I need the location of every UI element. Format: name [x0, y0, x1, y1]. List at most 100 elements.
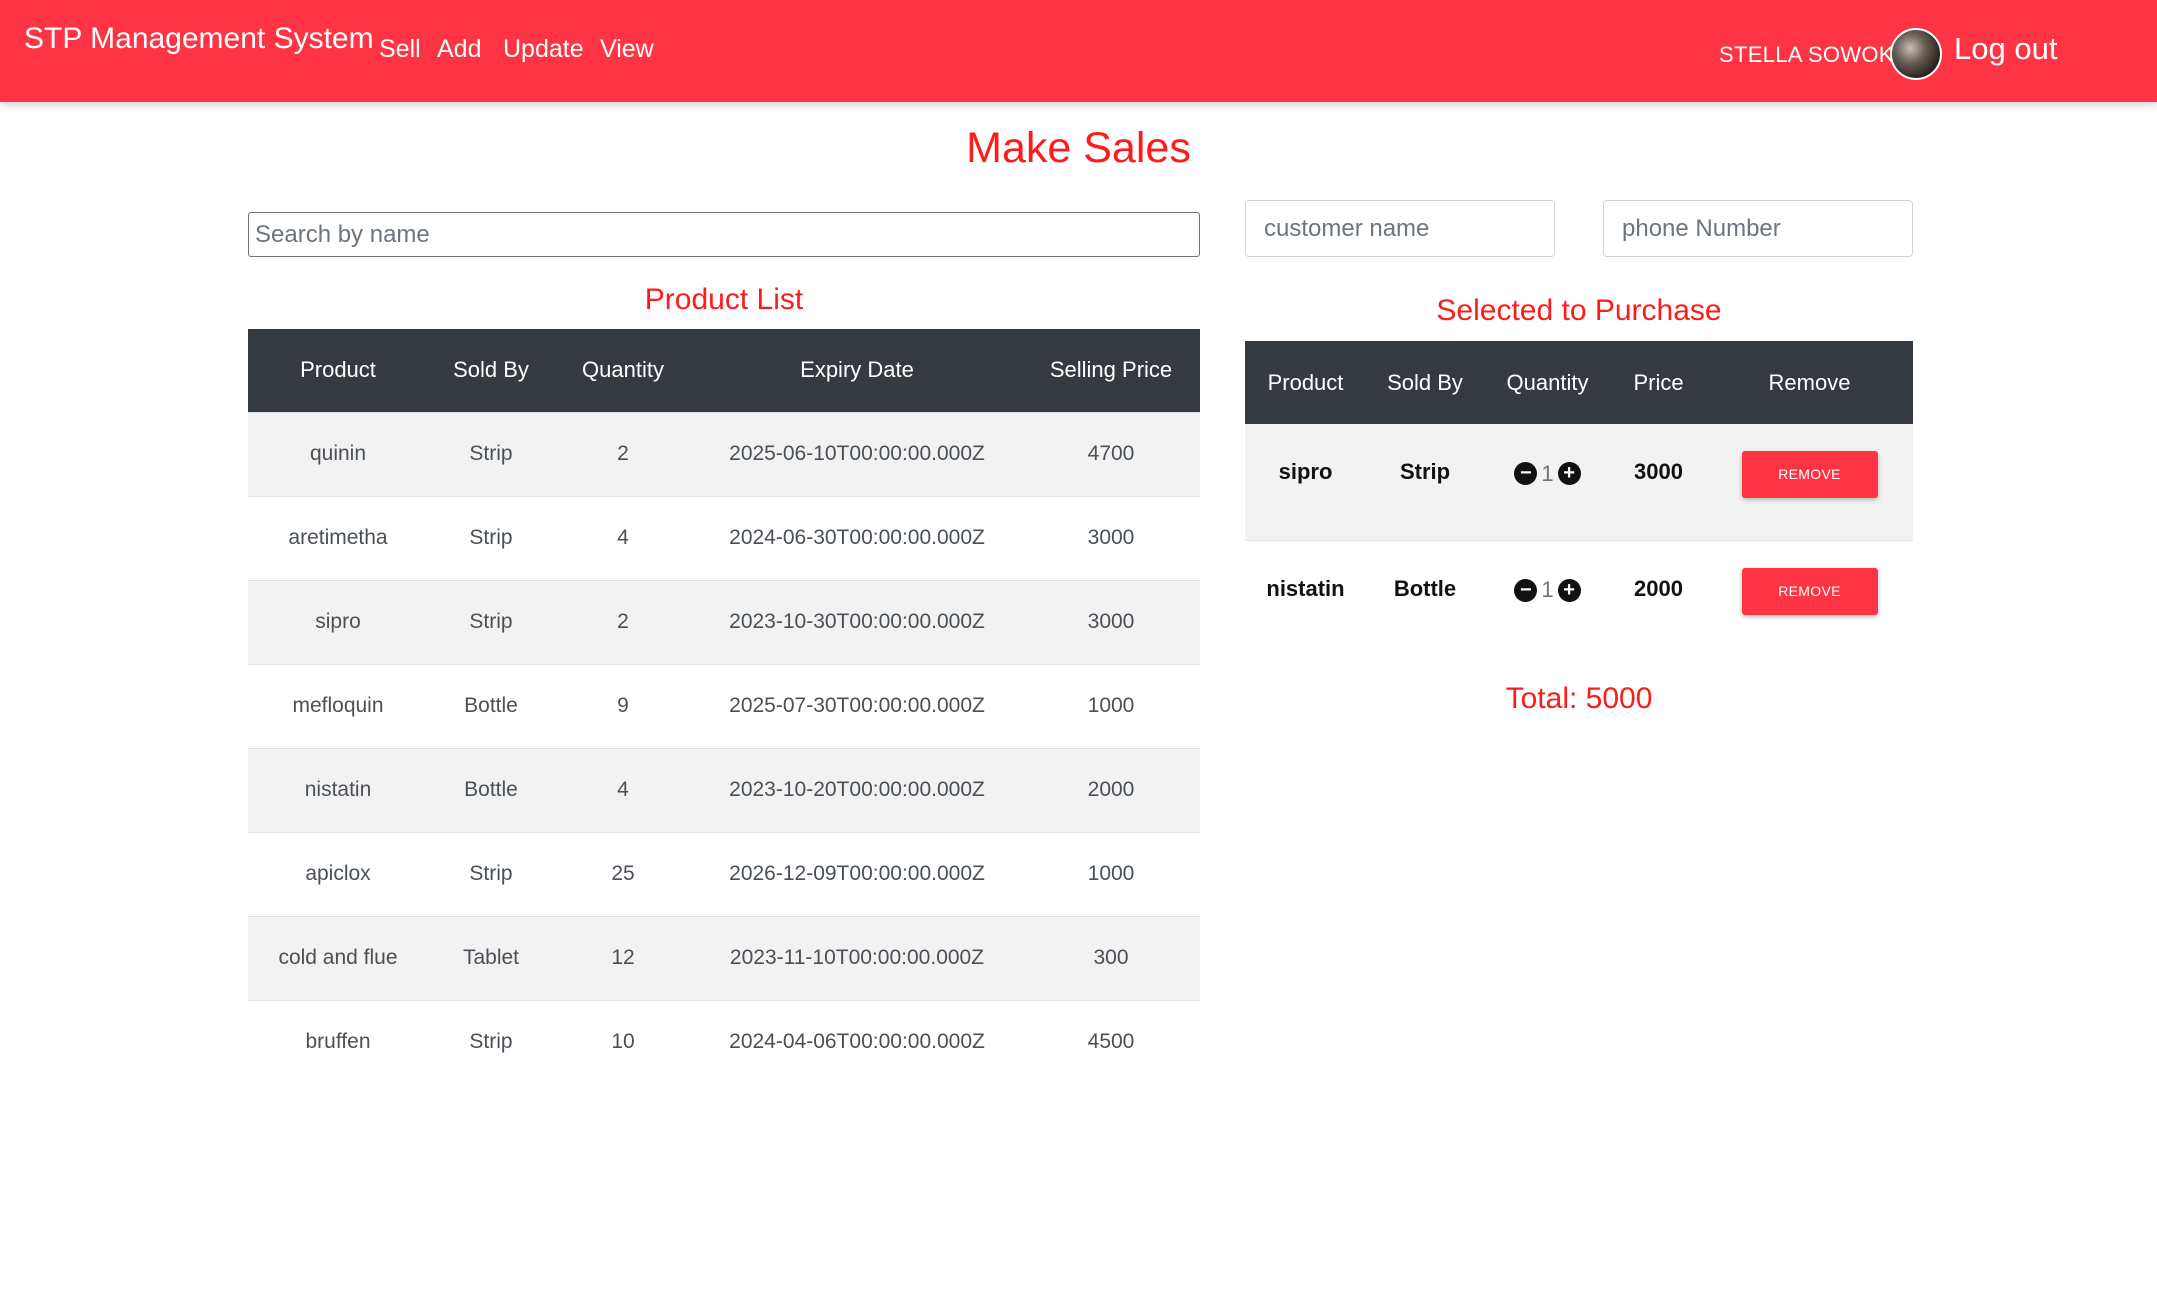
cart-title: Selected to Purchase	[1436, 294, 1722, 327]
cart-quantity-value: 1	[1541, 577, 1554, 602]
product-expiry-date: 2025-06-10T00:00:00.000Z	[692, 411, 1022, 496]
product-quantity: 4	[554, 495, 692, 580]
product-sold-by: Bottle	[428, 663, 554, 748]
cart-product: sipro	[1245, 424, 1366, 540]
product-quantity: 2	[554, 411, 692, 496]
cart-quantity-cell: − 1 +	[1484, 539, 1611, 656]
product-table-header: Product Sold By Quantity Expiry Date Sel…	[248, 329, 1200, 412]
product-expiry-date: 2026-12-09T00:00:00.000Z	[692, 831, 1022, 916]
nav-link-add[interactable]: Add	[437, 35, 481, 64]
product-quantity: 25	[554, 831, 692, 916]
plus-icon[interactable]: +	[1557, 462, 1581, 485]
product-row[interactable]: sipro Strip 2 2023-10-30T00:00:00.000Z 3…	[248, 579, 1200, 664]
product-quantity: 2	[554, 579, 692, 664]
cart-sold-by: Bottle	[1366, 539, 1484, 656]
product-row[interactable]: cold and flue Tablet 12 2023-11-10T00:00…	[248, 915, 1200, 1000]
cart-header-quantity: Quantity	[1484, 341, 1611, 424]
nav-link-sell[interactable]: Sell	[379, 35, 421, 64]
cart-total: Total: 5000	[1505, 682, 1653, 715]
product-row[interactable]: quinin Strip 2 2025-06-10T00:00:00.000Z …	[248, 411, 1200, 496]
cart-price: 2000	[1611, 539, 1706, 656]
product-expiry-date: 2023-11-10T00:00:00.000Z	[692, 915, 1022, 1000]
cart-quantity-cell: − 1 +	[1484, 424, 1611, 540]
product-expiry-date: 2023-10-30T00:00:00.000Z	[692, 579, 1022, 664]
product-expiry-date: 2023-10-20T00:00:00.000Z	[692, 747, 1022, 832]
product-expiry-date: 2025-07-30T00:00:00.000Z	[692, 663, 1022, 748]
product-selling-price: 3000	[1022, 495, 1200, 580]
product-name: nistatin	[248, 747, 428, 832]
product-name: quinin	[248, 411, 428, 496]
logout-link[interactable]: Log out	[1954, 31, 2057, 67]
cart-table-header: Product Sold By Quantity Price Remove	[1245, 341, 1913, 424]
product-name: mefloquin	[248, 663, 428, 748]
column-header-product: Product	[248, 329, 428, 412]
product-sold-by: Strip	[428, 831, 554, 916]
search-input[interactable]	[248, 212, 1200, 257]
remove-button[interactable]: REMOVE	[1741, 567, 1878, 615]
cart-remove-cell: REMOVE	[1706, 539, 1913, 656]
cart-header-price: Price	[1611, 341, 1706, 424]
quantity-stepper: − 1 +	[1514, 577, 1581, 603]
cart-quantity-value: 1	[1541, 460, 1554, 486]
avatar[interactable]	[1890, 28, 1942, 80]
cart-sold-by: Strip	[1366, 424, 1484, 540]
column-header-quantity: Quantity	[554, 329, 692, 412]
product-sold-by: Tablet	[428, 915, 554, 1000]
phone-number-input[interactable]	[1603, 200, 1913, 257]
top-navbar: STP Management System Sell Add Update Vi…	[0, 0, 2157, 102]
column-header-sold-by: Sold By	[428, 329, 554, 412]
product-sold-by: Strip	[428, 411, 554, 496]
product-quantity: 10	[554, 999, 692, 1084]
product-sold-by: Bottle	[428, 747, 554, 832]
plus-icon[interactable]: +	[1557, 578, 1581, 602]
product-sold-by: Strip	[428, 999, 554, 1084]
product-selling-price: 4500	[1022, 999, 1200, 1084]
brand-link[interactable]: STP Management System	[24, 22, 374, 56]
product-quantity: 4	[554, 747, 692, 832]
product-quantity: 9	[554, 663, 692, 748]
column-header-expiry-date: Expiry Date	[692, 329, 1022, 412]
cart-product: nistatin	[1245, 539, 1366, 656]
product-list-title: Product List	[644, 283, 804, 316]
product-selling-price: 300	[1022, 915, 1200, 1000]
product-selling-price: 2000	[1022, 747, 1200, 832]
product-row[interactable]: mefloquin Bottle 9 2025-07-30T00:00:00.0…	[248, 663, 1200, 748]
minus-icon[interactable]: −	[1514, 462, 1538, 485]
customer-name-input[interactable]	[1245, 200, 1555, 257]
cart-header-remove: Remove	[1706, 341, 1913, 424]
page-title: Make Sales	[966, 124, 1191, 172]
product-expiry-date: 2024-06-30T00:00:00.000Z	[692, 495, 1022, 580]
minus-icon[interactable]: −	[1514, 578, 1538, 602]
cart-price: 3000	[1611, 424, 1706, 540]
product-name: aretimetha	[248, 495, 428, 580]
product-name: bruffen	[248, 999, 428, 1084]
remove-button[interactable]: REMOVE	[1741, 451, 1878, 498]
product-table: Product Sold By Quantity Expiry Date Sel…	[248, 329, 1200, 1084]
product-row[interactable]: apiclox Strip 25 2026-12-09T00:00:00.000…	[248, 831, 1200, 916]
product-selling-price: 3000	[1022, 579, 1200, 664]
cart-row: sipro Strip − 1 + 3000 REMOVE	[1245, 424, 1913, 540]
product-row[interactable]: bruffen Strip 10 2024-04-06T00:00:00.000…	[248, 999, 1200, 1084]
nav-link-view[interactable]: View	[600, 35, 654, 64]
product-name: cold and flue	[248, 915, 428, 1000]
product-selling-price: 1000	[1022, 663, 1200, 748]
product-sold-by: Strip	[428, 495, 554, 580]
cart-header-sold-by: Sold By	[1366, 341, 1484, 424]
column-header-selling-price: Selling Price	[1022, 329, 1200, 412]
product-expiry-date: 2024-04-06T00:00:00.000Z	[692, 999, 1022, 1084]
product-row[interactable]: aretimetha Strip 4 2024-06-30T00:00:00.0…	[248, 495, 1200, 580]
product-selling-price: 4700	[1022, 411, 1200, 496]
product-selling-price: 1000	[1022, 831, 1200, 916]
user-name: STELLA SOWOKI	[1719, 42, 1901, 67]
product-name: apiclox	[248, 831, 428, 916]
product-name: sipro	[248, 579, 428, 664]
nav-link-update[interactable]: Update	[503, 35, 584, 64]
quantity-stepper: − 1 +	[1514, 460, 1581, 487]
cart-remove-cell: REMOVE	[1706, 424, 1913, 540]
cart-table: Product Sold By Quantity Price Remove si…	[1245, 341, 1913, 656]
product-sold-by: Strip	[428, 579, 554, 664]
cart-row: nistatin Bottle − 1 + 2000 REMOVE	[1245, 539, 1913, 656]
cart-header-product: Product	[1245, 341, 1366, 424]
product-quantity: 12	[554, 915, 692, 1000]
product-row[interactable]: nistatin Bottle 4 2023-10-20T00:00:00.00…	[248, 747, 1200, 832]
